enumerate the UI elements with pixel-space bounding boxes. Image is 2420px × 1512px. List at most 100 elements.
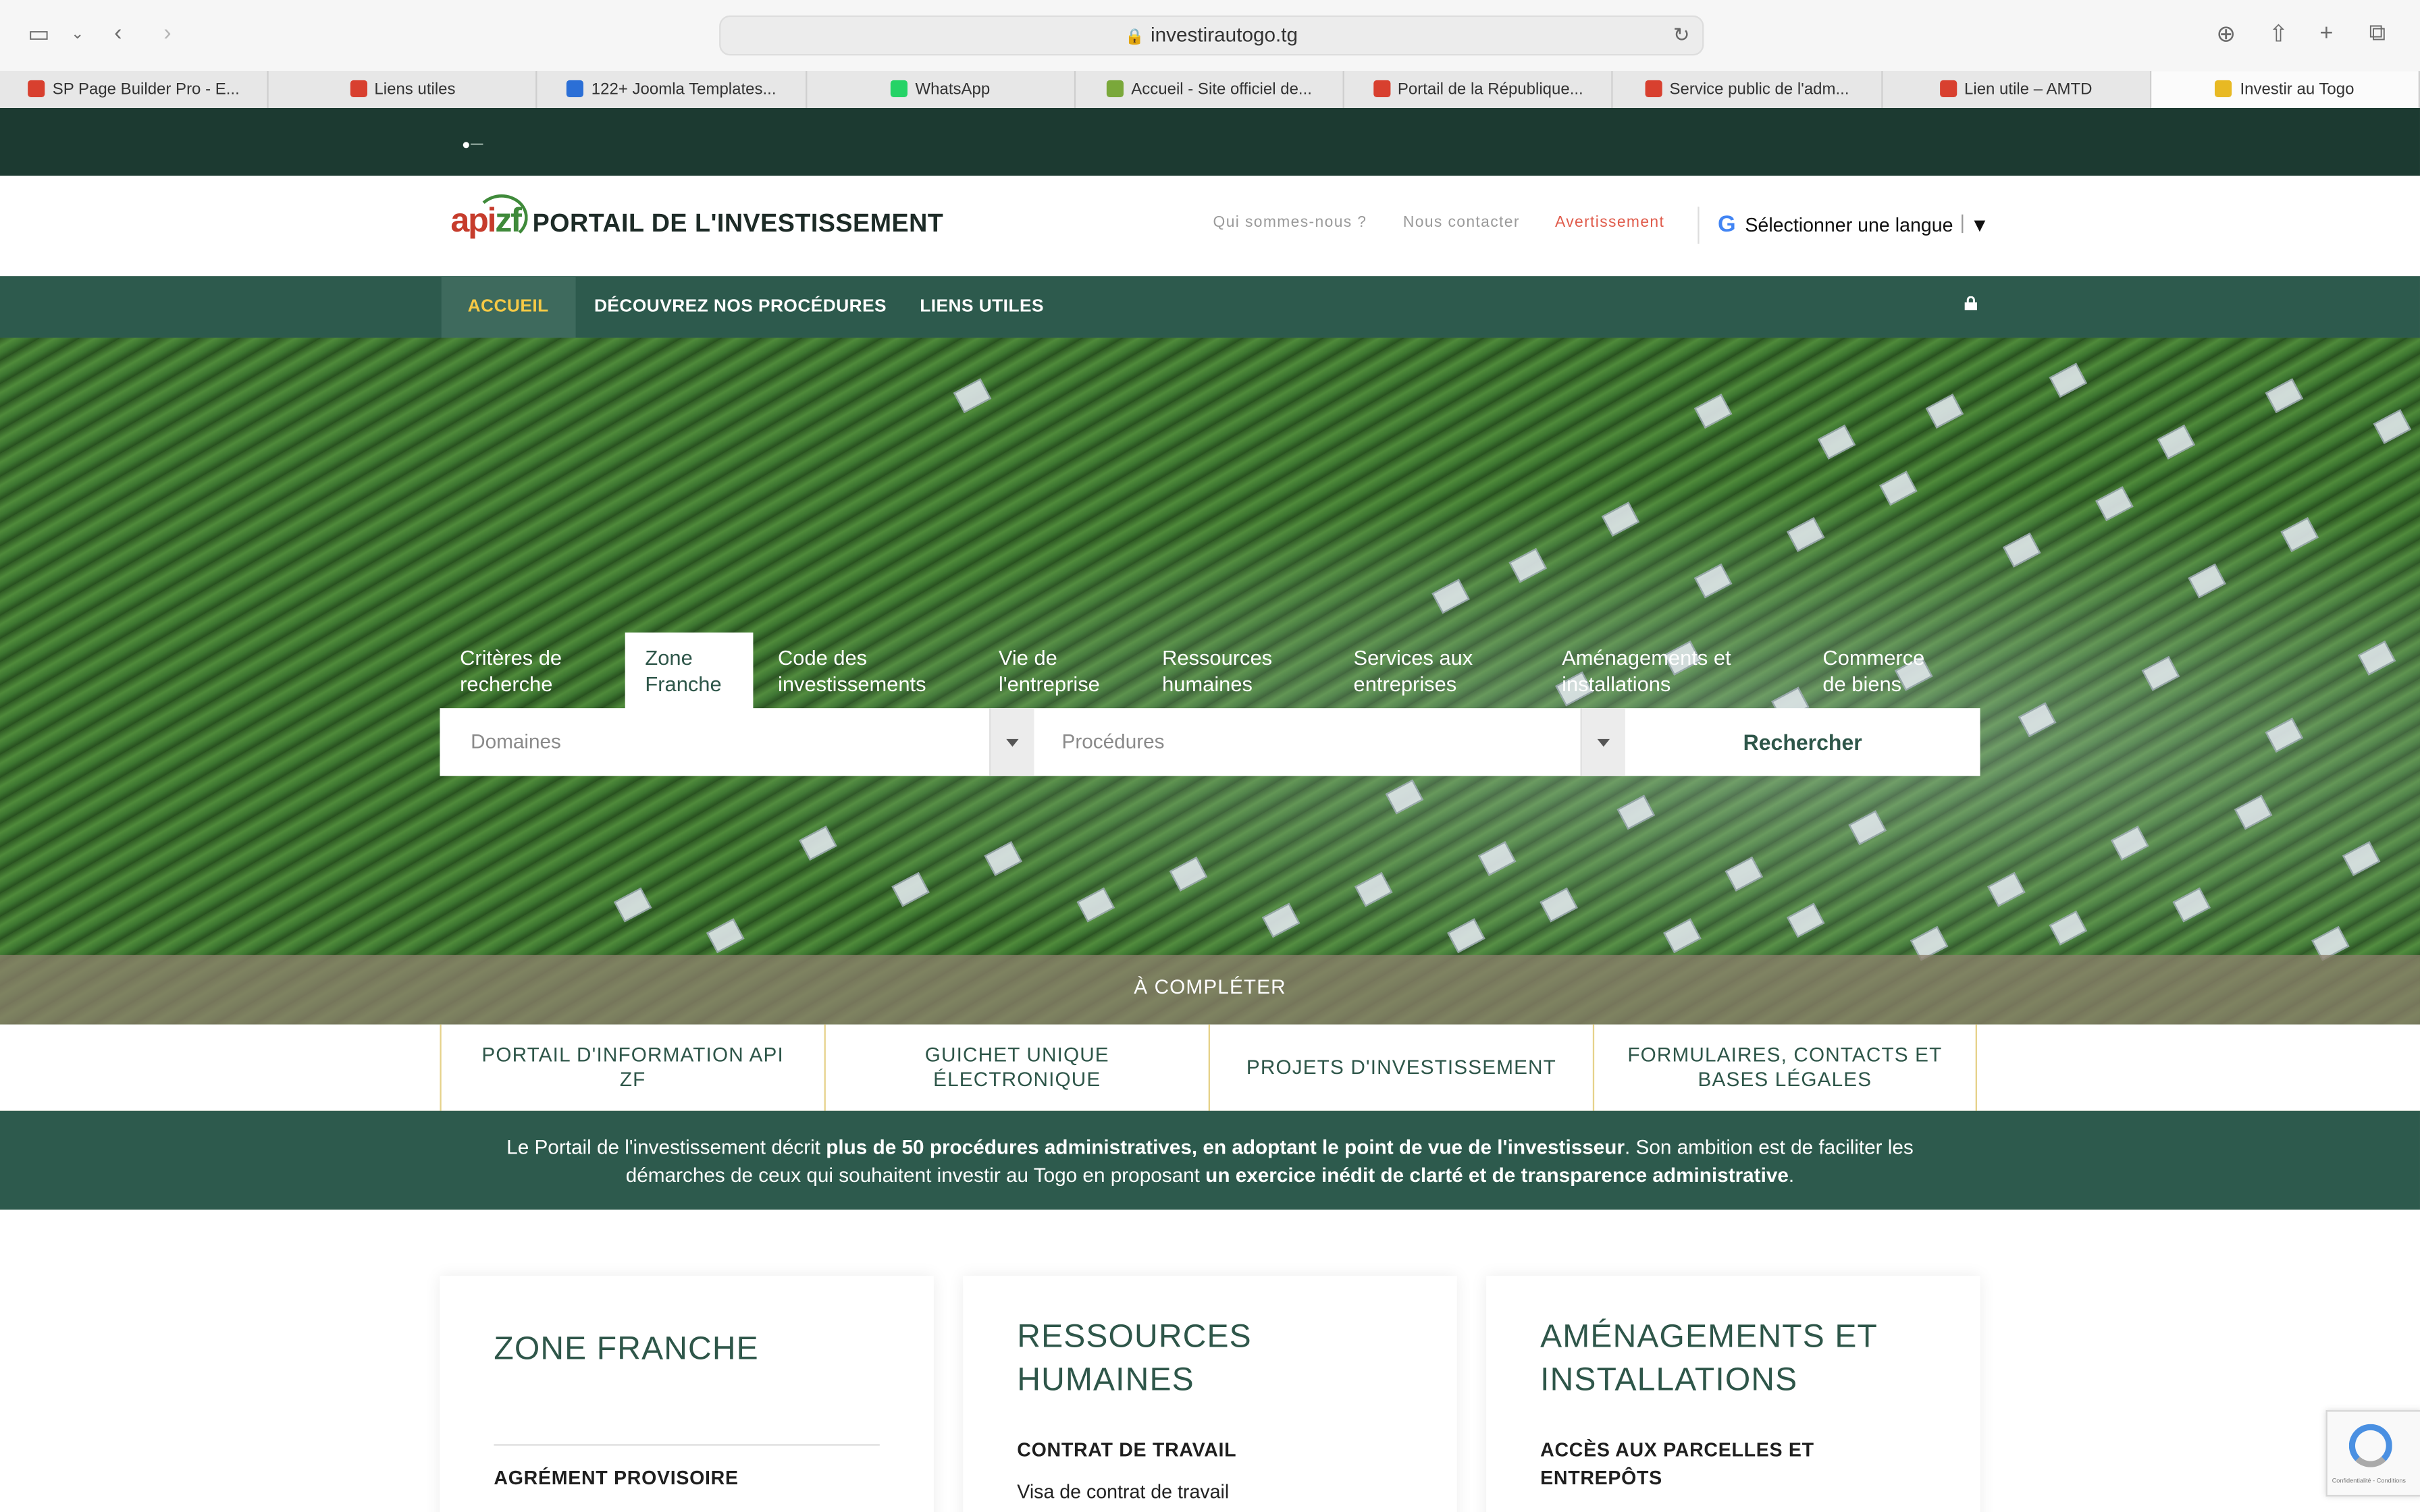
greenhouse-pane [2234, 794, 2273, 830]
sidebar-toggle-icon[interactable]: ▭ [28, 20, 49, 48]
quick-link-formulaires[interactable]: FORMULAIRES, CONTACTS ET BASES LÉGALES [1592, 1024, 1977, 1111]
card-title[interactable]: RESSOURCES HUMAINES [1017, 1316, 1402, 1403]
card-subtitle[interactable]: CONTRAT DE TRAVAIL [1017, 1438, 1236, 1465]
tab-code-investissements[interactable]: Code des investissements [778, 632, 947, 697]
browser-tab[interactable]: Lien utile – AMTD [1882, 71, 2151, 108]
new-tab-icon[interactable]: + [2319, 20, 2333, 47]
share-icon[interactable]: ⇧ [2269, 20, 2288, 48]
tab-commerce-biens[interactable]: Commerce de biens [1822, 632, 1946, 697]
greenhouse-pane [1169, 856, 1208, 892]
tab-amenagements[interactable]: Aménagements et installations [1562, 632, 1760, 697]
top-links: Qui sommes-nous ? Nous contacter Avertis… [1213, 215, 1695, 232]
nav-liens-utiles[interactable]: LIENS UTILES [920, 276, 1044, 338]
browser-tab[interactable]: Portail de la République... [1344, 71, 1614, 108]
domains-select[interactable]: Domaines [471, 708, 980, 776]
greenhouse-pane [1076, 887, 1115, 923]
reload-icon[interactable]: ↻ [1673, 17, 1690, 54]
lock-icon[interactable] [1963, 296, 1978, 310]
browser-tab-label: WhatsApp [915, 80, 991, 99]
greenhouse-pane [2373, 409, 2412, 444]
card-ressources-humaines: RESSOURCES HUMAINES CONTRAT DE TRAVAIL V… [963, 1276, 1457, 1512]
top-strip [0, 107, 2420, 176]
greenhouse-pane [1354, 871, 1393, 907]
greenhouse-pane [2357, 640, 2396, 676]
browser-tab-label: Accueil - Site officiel de... [1131, 80, 1312, 99]
browser-tab-label: 122+ Joomla Templates... [591, 80, 777, 99]
forward-icon[interactable]: › [163, 20, 171, 47]
browser-tab-label: Portail de la République... [1397, 80, 1583, 99]
tab-zone-franche[interactable]: Zone Franche [625, 632, 754, 710]
tab-services-entreprises[interactable]: Services aux entreprises [1354, 632, 1496, 697]
link-warning[interactable]: Avertissement [1555, 215, 1664, 232]
greenhouse-pane [1385, 779, 1424, 815]
card-subtitle[interactable]: AGRÉMENT PROVISOIRE [494, 1465, 738, 1492]
greenhouse-pane [2141, 655, 2180, 691]
greenhouse-pane [1817, 424, 1856, 460]
greenhouse-pane [984, 841, 1022, 876]
procedures-select[interactable]: Procédures [1062, 708, 1571, 776]
favicon-icon [1939, 80, 1957, 97]
favicon-icon [2215, 80, 2233, 97]
search-bar: Domaines Procédures Rechercher [440, 708, 1980, 776]
card-link[interactable]: Visa de contrat de travail [1017, 1481, 1229, 1503]
greenhouse-pane [2342, 841, 2381, 876]
tab-criteres[interactable]: Critères de recherche [460, 632, 586, 697]
favicon-icon [1106, 80, 1124, 97]
procedures-caret-icon[interactable] [1580, 708, 1625, 776]
tab-vie-entreprise[interactable]: Vie de l'entreprise [999, 632, 1122, 697]
nav-procedures[interactable]: DÉCOUVREZ NOS PROCÉDURES [594, 276, 887, 338]
browser-tab[interactable]: Service public de l'adm... [1613, 71, 1883, 108]
tab-ressources-humaines[interactable]: Ressources humaines [1162, 632, 1298, 697]
main-nav: ACCUEIL DÉCOUVREZ NOS PROCÉDURES LIENS U… [0, 276, 2420, 338]
greenhouse-pane [2265, 718, 2304, 753]
greenhouse-pane [2095, 486, 2134, 522]
search-button[interactable]: Rechercher [1625, 708, 1980, 776]
logo-arc-icon [475, 194, 528, 241]
favicon-icon [890, 80, 908, 97]
domains-caret-icon[interactable] [989, 708, 1034, 776]
recaptcha-badge[interactable]: Confidentialité - Conditions [2325, 1410, 2420, 1497]
chevron-down-icon[interactable]: ⌄ [71, 26, 84, 43]
intro-band: Le Portail de l'investissement décrit pl… [0, 1110, 2420, 1210]
greenhouse-pane [2111, 826, 2149, 861]
language-selector[interactable]: G Sélectionner une langue ▼ [1698, 207, 1989, 244]
card-subtitle[interactable]: ACCÈS AUX PARCELLES ET ENTREPÔTS [1540, 1438, 1926, 1492]
browser-tab[interactable]: SP Page Builder Pro - E... [0, 71, 269, 108]
browser-tab-label: Liens utiles [374, 80, 456, 99]
greenhouse-pane [1987, 871, 2026, 907]
intro-bold: plus de 50 procédures administratives, e… [826, 1135, 1625, 1159]
greenhouse-pane [1848, 810, 1887, 846]
greenhouse-pane [1663, 918, 1702, 954]
site-header: apizf PORTAIL DE L'INVESTISSEMENT Qui so… [0, 176, 2420, 278]
greenhouse-pane [1540, 887, 1578, 923]
greenhouse-pane [1925, 394, 1964, 429]
url-text: investirautogo.tg [1151, 23, 1298, 47]
back-icon[interactable]: ‹ [114, 20, 122, 47]
quick-link-projets[interactable]: PROJETS D'INVESTISSEMENT [1208, 1024, 1593, 1111]
browser-tab[interactable]: Accueil - Site officiel de... [1076, 71, 1345, 108]
favicon-icon [349, 80, 367, 97]
recaptcha-text: Confidentialité - Conditions [2332, 1476, 2406, 1484]
card-title[interactable]: ZONE FRANCHE [494, 1328, 758, 1372]
quick-link-guichet[interactable]: GUICHET UNIQUE ÉLECTRONIQUE [824, 1024, 1209, 1111]
link-contact[interactable]: Nous contacter [1403, 215, 1520, 232]
link-about[interactable]: Qui sommes-nous ? [1213, 215, 1367, 232]
card-title[interactable]: AMÉNAGEMENTS ET INSTALLATIONS [1540, 1316, 1941, 1403]
tab-overview-icon[interactable]: ⧉ [2369, 20, 2386, 47]
site-logo[interactable]: apizf [450, 194, 528, 241]
browser-tab[interactable]: Liens utiles [269, 71, 538, 108]
browser-tab[interactable]: WhatsApp [807, 71, 1076, 108]
nav-accueil[interactable]: ACCUEIL [441, 276, 575, 338]
download-icon[interactable]: ⊕ [2216, 20, 2236, 48]
browser-tab-label: Lien utile – AMTD [1964, 80, 2093, 99]
quick-link-portail[interactable]: PORTAIL D'INFORMATION API ZF [440, 1024, 824, 1111]
address-bar[interactable]: 🔒 investirautogo.tg ↻ [719, 15, 1704, 56]
greenhouse-pane [1447, 918, 1485, 954]
browser-tab-label: Service public de l'adm... [1669, 80, 1849, 99]
browser-tab[interactable]: Investir au Togo [2151, 71, 2420, 108]
greenhouse-pane [1431, 578, 1470, 614]
hero-caption: À COMPLÉTER [1134, 975, 1286, 998]
browser-tab[interactable]: 122+ Joomla Templates... [537, 71, 807, 108]
site-title: PORTAIL DE L'INVESTISSEMENT [532, 209, 944, 238]
greenhouse-pane [953, 378, 992, 414]
